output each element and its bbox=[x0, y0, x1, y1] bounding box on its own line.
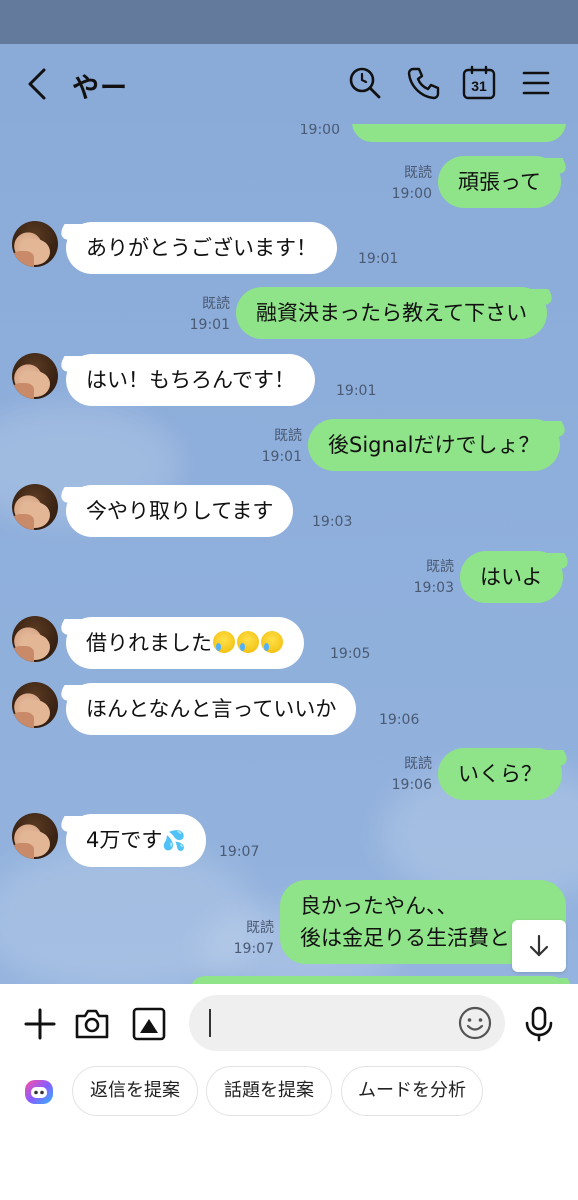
menu-icon[interactable] bbox=[518, 65, 554, 101]
message-bubble-mine[interactable]: 頑張って bbox=[438, 156, 561, 208]
message-time: 19:03 bbox=[413, 580, 454, 596]
calendar-icon[interactable]: 31 bbox=[461, 65, 497, 101]
chat-area[interactable]: 19:00 既読 19:00 頑張って ありがとうございます！ 19:01 既読… bbox=[0, 44, 578, 984]
suggest-topic-chip[interactable]: 話題を提案 bbox=[206, 1066, 332, 1116]
message-time: 19:05 bbox=[330, 646, 371, 662]
message-time: 19:01 bbox=[189, 317, 230, 333]
message-bubble-mine[interactable]: はいよ bbox=[460, 551, 563, 603]
message-time: 19:07 bbox=[219, 844, 260, 860]
microphone-icon[interactable] bbox=[521, 1006, 557, 1042]
read-receipt: 既読 bbox=[202, 296, 230, 312]
message-bubble-theirs[interactable]: ありがとうございます！ bbox=[66, 222, 337, 274]
sweat-emoji: 💦 bbox=[162, 830, 187, 852]
calendar-day: 31 bbox=[471, 78, 487, 94]
message-bubble-theirs[interactable]: 今やり取りしてます bbox=[66, 485, 294, 537]
read-receipt: 既読 bbox=[404, 756, 432, 772]
message-input[interactable] bbox=[189, 995, 505, 1051]
message-bubble-mine[interactable]: 融資決まったら教えて下さい bbox=[236, 287, 548, 339]
phone-icon[interactable] bbox=[405, 65, 441, 101]
read-receipt: 既読 bbox=[404, 165, 432, 181]
message-input-bar bbox=[0, 984, 578, 1064]
message-time: 19:01 bbox=[336, 383, 377, 399]
message-bubble-theirs[interactable]: 借りれました bbox=[66, 617, 304, 669]
chat-header: やー 31 bbox=[0, 44, 578, 124]
message-time: 19:01 bbox=[261, 449, 302, 465]
ai-assistant-icon[interactable] bbox=[22, 1074, 56, 1108]
message-time: 19:01 bbox=[358, 251, 399, 267]
message-bubble-mine[interactable]: いくら？ bbox=[438, 748, 562, 800]
contact-avatar[interactable] bbox=[12, 221, 58, 267]
message-time: 19:03 bbox=[312, 514, 353, 530]
message-text-line: 良かったやん、、 bbox=[300, 894, 458, 918]
arrow-down-icon bbox=[529, 934, 549, 957]
message-time: 19:06 bbox=[379, 712, 420, 728]
status-bar bbox=[0, 0, 578, 44]
plus-icon[interactable] bbox=[22, 1006, 58, 1042]
contact-avatar[interactable] bbox=[12, 353, 58, 399]
message-bubble-theirs[interactable]: 4万です💦 bbox=[66, 814, 207, 867]
analyze-mood-chip[interactable]: ムードを分析 bbox=[341, 1066, 483, 1116]
message-bubble-partial[interactable] bbox=[190, 976, 566, 984]
read-receipt: 既読 bbox=[274, 428, 302, 444]
contact-avatar[interactable] bbox=[12, 484, 58, 530]
crying-face-emoji bbox=[213, 631, 235, 653]
message-text-line: 後は金足りる生活費と bbox=[300, 926, 510, 950]
read-receipt: 既読 bbox=[426, 559, 454, 575]
search-history-icon[interactable] bbox=[347, 65, 383, 101]
message-bubble-theirs[interactable]: ほんとなんと言っていいか bbox=[66, 683, 357, 735]
message-text: 4万です bbox=[86, 828, 163, 852]
message-time: 19:00 bbox=[391, 186, 432, 202]
ai-suggestion-bar: 返信を提案 話題を提案 ムードを分析 bbox=[0, 1064, 578, 1200]
text-caret bbox=[209, 1009, 211, 1037]
suggest-reply-chip[interactable]: 返信を提案 bbox=[72, 1066, 198, 1116]
message-text: 借りれました bbox=[86, 631, 212, 655]
contact-avatar[interactable] bbox=[12, 616, 58, 662]
scroll-to-bottom-button[interactable] bbox=[512, 920, 566, 972]
read-receipt: 既読 bbox=[246, 920, 274, 936]
crying-face-emoji bbox=[261, 631, 283, 653]
image-icon[interactable] bbox=[131, 1006, 167, 1042]
chat-title[interactable]: やー bbox=[72, 66, 128, 105]
crying-face-emoji bbox=[237, 631, 259, 653]
message-time: 19:07 bbox=[233, 941, 274, 957]
message-bubble-theirs[interactable]: はい！もちろんです！ bbox=[66, 354, 315, 406]
message-bubble-mine[interactable]: 後Signalだけでしょ？ bbox=[308, 419, 560, 471]
camera-icon[interactable] bbox=[74, 1006, 110, 1042]
contact-avatar[interactable] bbox=[12, 813, 58, 859]
emoji-icon[interactable] bbox=[457, 1005, 493, 1041]
message-time: 19:06 bbox=[391, 777, 432, 793]
back-chevron-icon[interactable] bbox=[22, 66, 56, 102]
contact-avatar[interactable] bbox=[12, 682, 58, 728]
